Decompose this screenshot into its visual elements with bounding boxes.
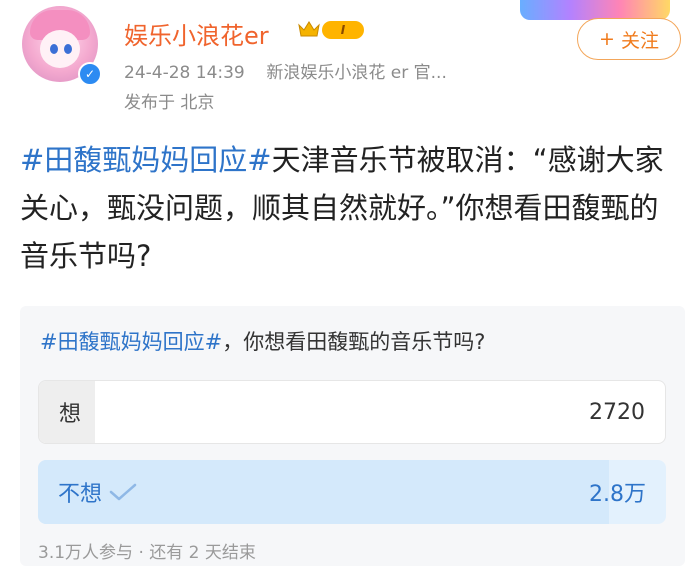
top-banner-decoration [520, 0, 670, 20]
username[interactable]: 娱乐小浪花er [124, 16, 269, 51]
post-hashtag[interactable]: #田馥甄妈妈回应# [20, 143, 272, 177]
avatar-face [40, 30, 80, 68]
verified-icon: ✓ [78, 62, 102, 86]
plus-icon: + [599, 28, 615, 50]
avatar-eye-left [50, 44, 58, 54]
poll-footer: 3.1万人参与 · 还有 2 天结束 [38, 543, 256, 563]
poll-question: #田馥甄妈妈回应#，你想看田馥甄的音乐节吗? [40, 326, 485, 356]
poll-option-label: 想 [59, 381, 81, 443]
poll-option-count: 2720 [589, 399, 645, 425]
checkmark-icon [109, 483, 137, 501]
poll-option-label: 不想 [58, 460, 138, 524]
location: 发布于 北京 [124, 93, 215, 113]
timestamp: 24-4-28 14:39 [124, 63, 245, 83]
follow-label: 关注 [620, 29, 659, 52]
post-text: #田馥甄妈妈回应#天津音乐节被取消：“感谢大家关心，甄没问题，顺其自然就好。”你… [20, 136, 680, 280]
poll-card: #田馥甄妈妈回应#，你想看田馥甄的音乐节吗? 想 2720 不想 2.8万 3.… [20, 306, 685, 566]
post-source[interactable]: 新浪娱乐小浪花 er 官... [266, 63, 446, 83]
poll-question-text: ，你想看田馥甄的音乐节吗? [222, 330, 486, 354]
poll-option-count: 2.8万 [589, 482, 646, 507]
poll-option-text: 想 [59, 402, 82, 427]
crown-icon [298, 21, 320, 37]
follow-button[interactable]: + 关注 [577, 18, 681, 60]
poll-option-want[interactable]: 想 2720 [38, 380, 666, 444]
poll-option-text: 不想 [58, 482, 103, 507]
poll-hashtag[interactable]: #田馥甄妈妈回应# [40, 330, 222, 354]
post-meta: 24-4-28 14:39 新浪娱乐小浪花 er 官... [124, 58, 447, 83]
member-level-badge[interactable]: I [322, 21, 364, 39]
poll-option-not-want[interactable]: 不想 2.8万 [38, 460, 666, 524]
avatar-eye-right [64, 44, 72, 54]
